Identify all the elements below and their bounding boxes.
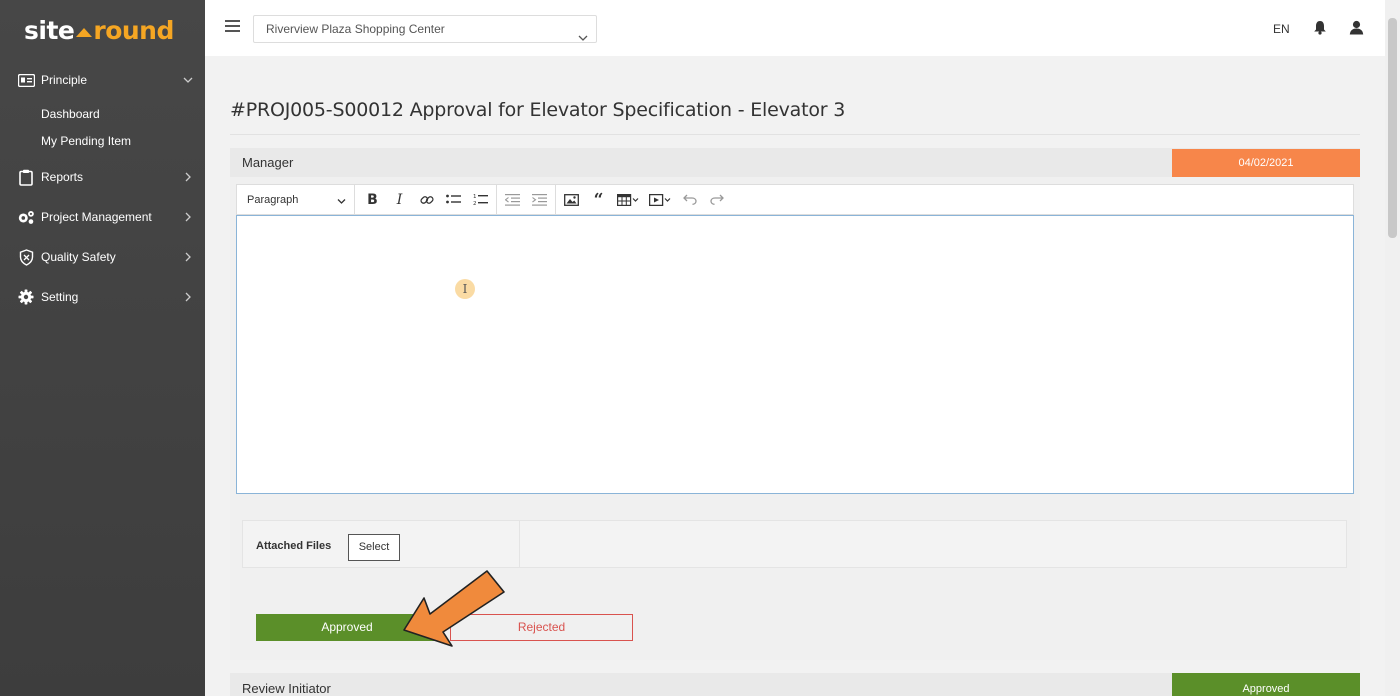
project-select-value: Riverview Plaza Shopping Center [266,22,445,36]
sidebar-item-label: Setting [41,290,79,304]
attached-files-section: Attached Files Select [242,520,1347,568]
sidebar-item-label: Principle [41,73,88,87]
numbered-list-icon[interactable]: 12 [467,185,494,214]
chevron-down-icon [578,25,588,52]
text-cursor-icon: I [455,279,475,299]
project-select[interactable]: Riverview Plaza Shopping Center [253,15,597,43]
editor-content-area[interactable]: I [236,215,1354,494]
quote-icon[interactable]: “ [585,185,612,214]
attach-divider [519,521,520,567]
topbar: Riverview Plaza Shopping Center EN [205,0,1385,56]
reviewer-role: Review Initiator [242,681,331,696]
gears-icon [17,208,35,226]
sidebar-item-label: Reports [41,170,84,184]
paragraph-format-dropdown[interactable]: Paragraph [237,185,355,214]
sidebar-item-label: Dashboard [41,106,100,121]
chevron-right-icon [183,171,193,185]
approver-role: Manager [242,155,294,170]
chevron-right-icon [183,251,193,265]
paragraph-format-value: Paragraph [247,193,299,206]
outdent-icon[interactable] [499,185,526,214]
attached-files-label: Attached Files [256,540,332,552]
chevron-right-icon [183,211,193,225]
status-badge: Approved [1172,673,1360,696]
svg-text:2: 2 [473,201,477,206]
sidebar-item-dashboard[interactable]: Dashboard [0,100,205,127]
sidebar-item-reports[interactable]: Reports [0,157,205,197]
date-badge: 04/02/2021 [1172,149,1360,177]
chevron-right-icon [183,291,193,305]
svg-text:1: 1 [473,194,477,200]
scrollbar-thumb[interactable] [1388,18,1397,238]
bold-icon[interactable]: B [359,185,386,214]
review-panel-header: Review Initiator Approved [230,673,1360,696]
logo-text-right: round [93,15,174,45]
annotation-arrow-icon [403,570,505,647]
select-files-button[interactable]: Select [348,534,400,561]
image-icon[interactable] [558,185,585,214]
sidebar-item-my-pending-item[interactable]: My Pending Item [0,127,205,154]
logo-text-left: site [24,15,75,45]
editor-toolbar: Paragraph B I 12 “ [236,184,1354,215]
redo-icon[interactable] [703,185,730,214]
rich-text-editor: Paragraph B I 12 “ I [236,184,1354,494]
sidebar-item-label: Project Management [41,210,152,224]
gear-icon [17,288,35,306]
sidebar-item-label: Quality Safety [41,250,116,264]
logo-caret-icon [76,27,93,37]
sidebar-nav: Principle Dashboard My Pending Item Repo… [0,60,205,317]
italic-icon[interactable]: I [386,185,413,214]
undo-icon[interactable] [676,185,703,214]
page-title: #PROJ005-S00012 Approval for Elevator Sp… [230,99,846,121]
table-icon[interactable] [612,185,644,214]
toolbar-separator [496,185,497,214]
hamburger-menu-icon[interactable] [225,20,240,33]
chevron-down-icon [337,196,346,208]
notification-bell-icon[interactable] [1313,20,1327,40]
sidebar-item-label: My Pending Item [41,133,132,148]
page-scrollbar[interactable] [1385,0,1400,696]
user-profile-icon[interactable] [1349,20,1364,40]
language-switcher[interactable]: EN [1273,22,1290,36]
sidebar-item-project-management[interactable]: Project Management [0,197,205,237]
toolbar-separator [555,185,556,214]
approval-panel-header: Manager 04/02/2021 [230,148,1360,177]
sidebar-item-principle[interactable]: Principle [0,60,205,100]
chevron-down-icon [183,74,193,88]
link-icon[interactable] [413,185,440,214]
clipboard-icon [17,168,35,186]
title-divider [230,134,1360,135]
sidebar: site round Principle Dashboard My Pendin… [0,0,205,696]
id-card-icon [17,71,35,89]
bulleted-list-icon[interactable] [440,185,467,214]
media-icon[interactable] [644,185,676,214]
indent-icon[interactable] [526,185,553,214]
sidebar-item-setting[interactable]: Setting [0,277,205,317]
shield-icon [17,248,35,266]
siteground-logo[interactable]: site round [24,13,174,47]
sidebar-item-quality-safety[interactable]: Quality Safety [0,237,205,277]
